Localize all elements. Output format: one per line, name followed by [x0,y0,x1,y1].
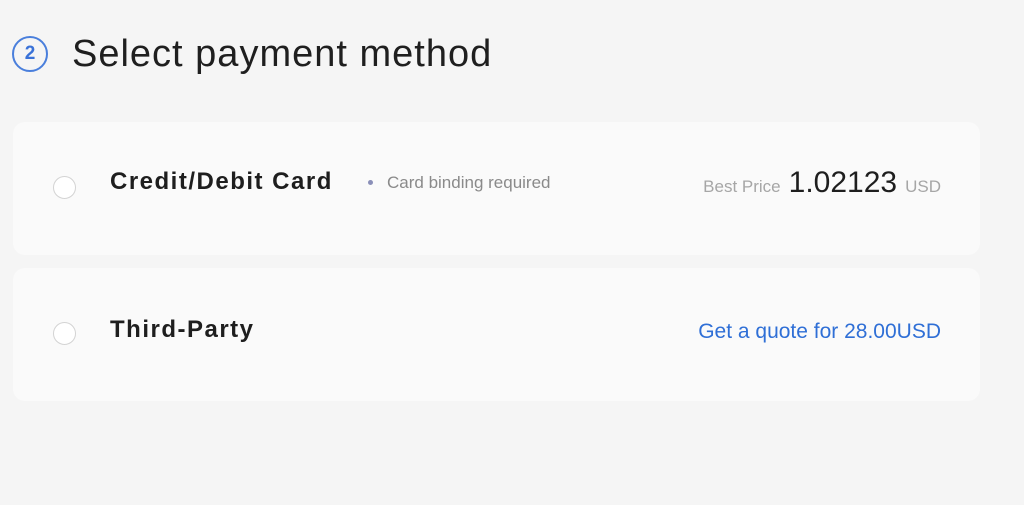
section-header: 2 Select payment method [12,30,492,78]
payment-option-card-credit-debit[interactable]: Credit/Debit Card Card binding required … [13,122,980,255]
radio-third-party[interactable] [53,322,76,345]
best-price-label: Best Price [703,177,781,196]
payment-option-card-third-party[interactable]: Third-Party Get a quote for 28.00USD [13,268,980,401]
get-quote-link[interactable]: Get a quote for 28.00USD [698,320,941,344]
step-number-badge: 2 [12,36,48,72]
separator-dot-icon [368,180,373,185]
radio-credit-debit-card[interactable] [53,176,76,199]
card-binding-note: Card binding required [387,173,551,192]
price-block: Best Price 1.02123 USD [703,166,941,200]
price-currency: USD [905,177,941,196]
option-title-credit-debit-card: Credit/Debit Card [110,168,333,195]
option-title-third-party: Third-Party [110,316,255,343]
price-value: 1.02123 [788,166,898,199]
page-title: Select payment method [72,33,493,75]
